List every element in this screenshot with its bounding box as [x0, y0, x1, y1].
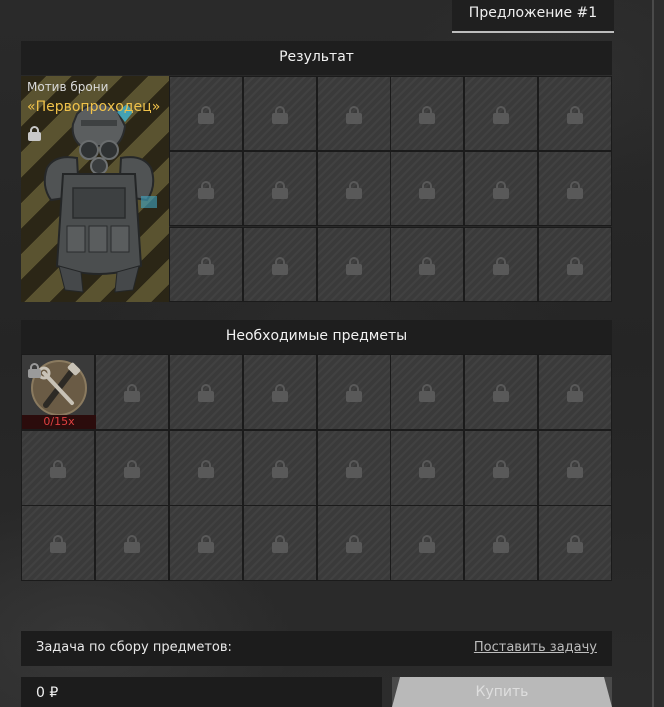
lock-icon: [198, 384, 214, 402]
lock-icon: [419, 180, 435, 199]
locked-slot: [390, 227, 464, 302]
lock-icon: [419, 460, 435, 478]
lock-icon: [493, 180, 509, 199]
locked-slot: [538, 430, 612, 506]
lock-icon: [567, 105, 583, 124]
lock-icon: [272, 180, 288, 199]
locked-slot: [390, 354, 464, 430]
locked-slot: [317, 227, 391, 302]
lock-icon: [346, 384, 362, 402]
lock-icon: [198, 256, 214, 275]
lock-icon: [419, 105, 435, 124]
lock-icon: [346, 180, 362, 199]
set-task-link[interactable]: Поставить задачу: [474, 640, 597, 655]
locked-slot: [243, 227, 317, 302]
locked-slot: [538, 76, 612, 151]
lock-icon: [493, 105, 509, 124]
locked-slot: [169, 354, 243, 430]
lock-icon: [419, 535, 435, 553]
price-value: 0 ₽: [36, 685, 59, 701]
lock-icon: [272, 105, 288, 124]
lock-icon: [493, 535, 509, 553]
locked-slot: [169, 505, 243, 581]
locked-slot: [464, 430, 538, 506]
price-box: 0 ₽: [21, 677, 382, 707]
collect-task-bar: Задача по сбору предметов: Поставить зад…: [21, 631, 612, 666]
lock-icon: [567, 384, 583, 402]
locked-slot: [538, 505, 612, 581]
lock-icon: [272, 256, 288, 275]
lock-icon: [346, 535, 362, 553]
buy-button-label: Купить: [475, 684, 529, 700]
locked-slot: [538, 227, 612, 302]
lock-icon: [493, 384, 509, 402]
lock-icon: [567, 460, 583, 478]
tab-offer-1[interactable]: Предложение #1: [452, 0, 614, 33]
locked-slot: [390, 505, 464, 581]
locked-slot: [538, 354, 612, 430]
locked-slot: [464, 505, 538, 581]
locked-slot: [390, 76, 464, 151]
locked-slot: [390, 151, 464, 226]
locked-slot: [169, 227, 243, 302]
collect-task-label: Задача по сбору предметов:: [36, 640, 232, 655]
item-count-badge: 0/15x: [22, 415, 96, 429]
locked-slot: [317, 505, 391, 581]
required-item-tools[interactable]: 0/15x: [21, 354, 96, 430]
buy-button[interactable]: Купить: [392, 677, 612, 707]
lock-icon: [567, 256, 583, 275]
locked-slot: [464, 76, 538, 151]
lock-icon: [346, 105, 362, 124]
lock-icon: [124, 535, 140, 553]
lock-icon: [493, 460, 509, 478]
locked-slot: [317, 354, 391, 430]
locked-slot: [243, 76, 317, 151]
lock-icon: [198, 105, 214, 124]
lock-icon: [272, 460, 288, 478]
lock-icon: [419, 384, 435, 402]
locked-slot: [317, 76, 391, 151]
locked-slot: [95, 354, 169, 430]
lock-icon: [50, 535, 66, 553]
locked-slot: [464, 151, 538, 226]
lock-icon: [346, 460, 362, 478]
locked-slot: [317, 430, 391, 506]
required-grid: [21, 354, 612, 581]
lock-icon: [124, 460, 140, 478]
locked-slot: [21, 430, 95, 506]
lock-icon: [272, 535, 288, 553]
locked-slot: [169, 151, 243, 226]
lock-icon: [198, 180, 214, 199]
lock-icon: [567, 180, 583, 199]
lock-icon: [50, 460, 66, 478]
result-grid: [21, 76, 612, 302]
lock-icon: [272, 384, 288, 402]
required-header: Необходимые предметы: [21, 320, 612, 354]
lock-icon: [493, 256, 509, 275]
lock-icon: [124, 384, 140, 402]
lock-icon: [198, 535, 214, 553]
lock-icon: [198, 460, 214, 478]
locked-slot: [243, 430, 317, 506]
locked-slot: [390, 430, 464, 506]
locked-slot: [169, 76, 243, 151]
locked-slot: [538, 151, 612, 226]
locked-slot: [243, 151, 317, 226]
locked-slot: [21, 505, 95, 581]
locked-slot: [464, 227, 538, 302]
lock-icon: [346, 256, 362, 275]
locked-slot: [464, 354, 538, 430]
locked-slot: [243, 505, 317, 581]
scrollbar[interactable]: [652, 0, 664, 707]
result-header: Результат: [21, 41, 612, 75]
lock-icon: [567, 535, 583, 553]
locked-slot: [169, 430, 243, 506]
locked-slot: [95, 505, 169, 581]
locked-slot: [317, 151, 391, 226]
locked-slot: [95, 430, 169, 506]
lock-icon: [419, 256, 435, 275]
locked-slot: [243, 354, 317, 430]
